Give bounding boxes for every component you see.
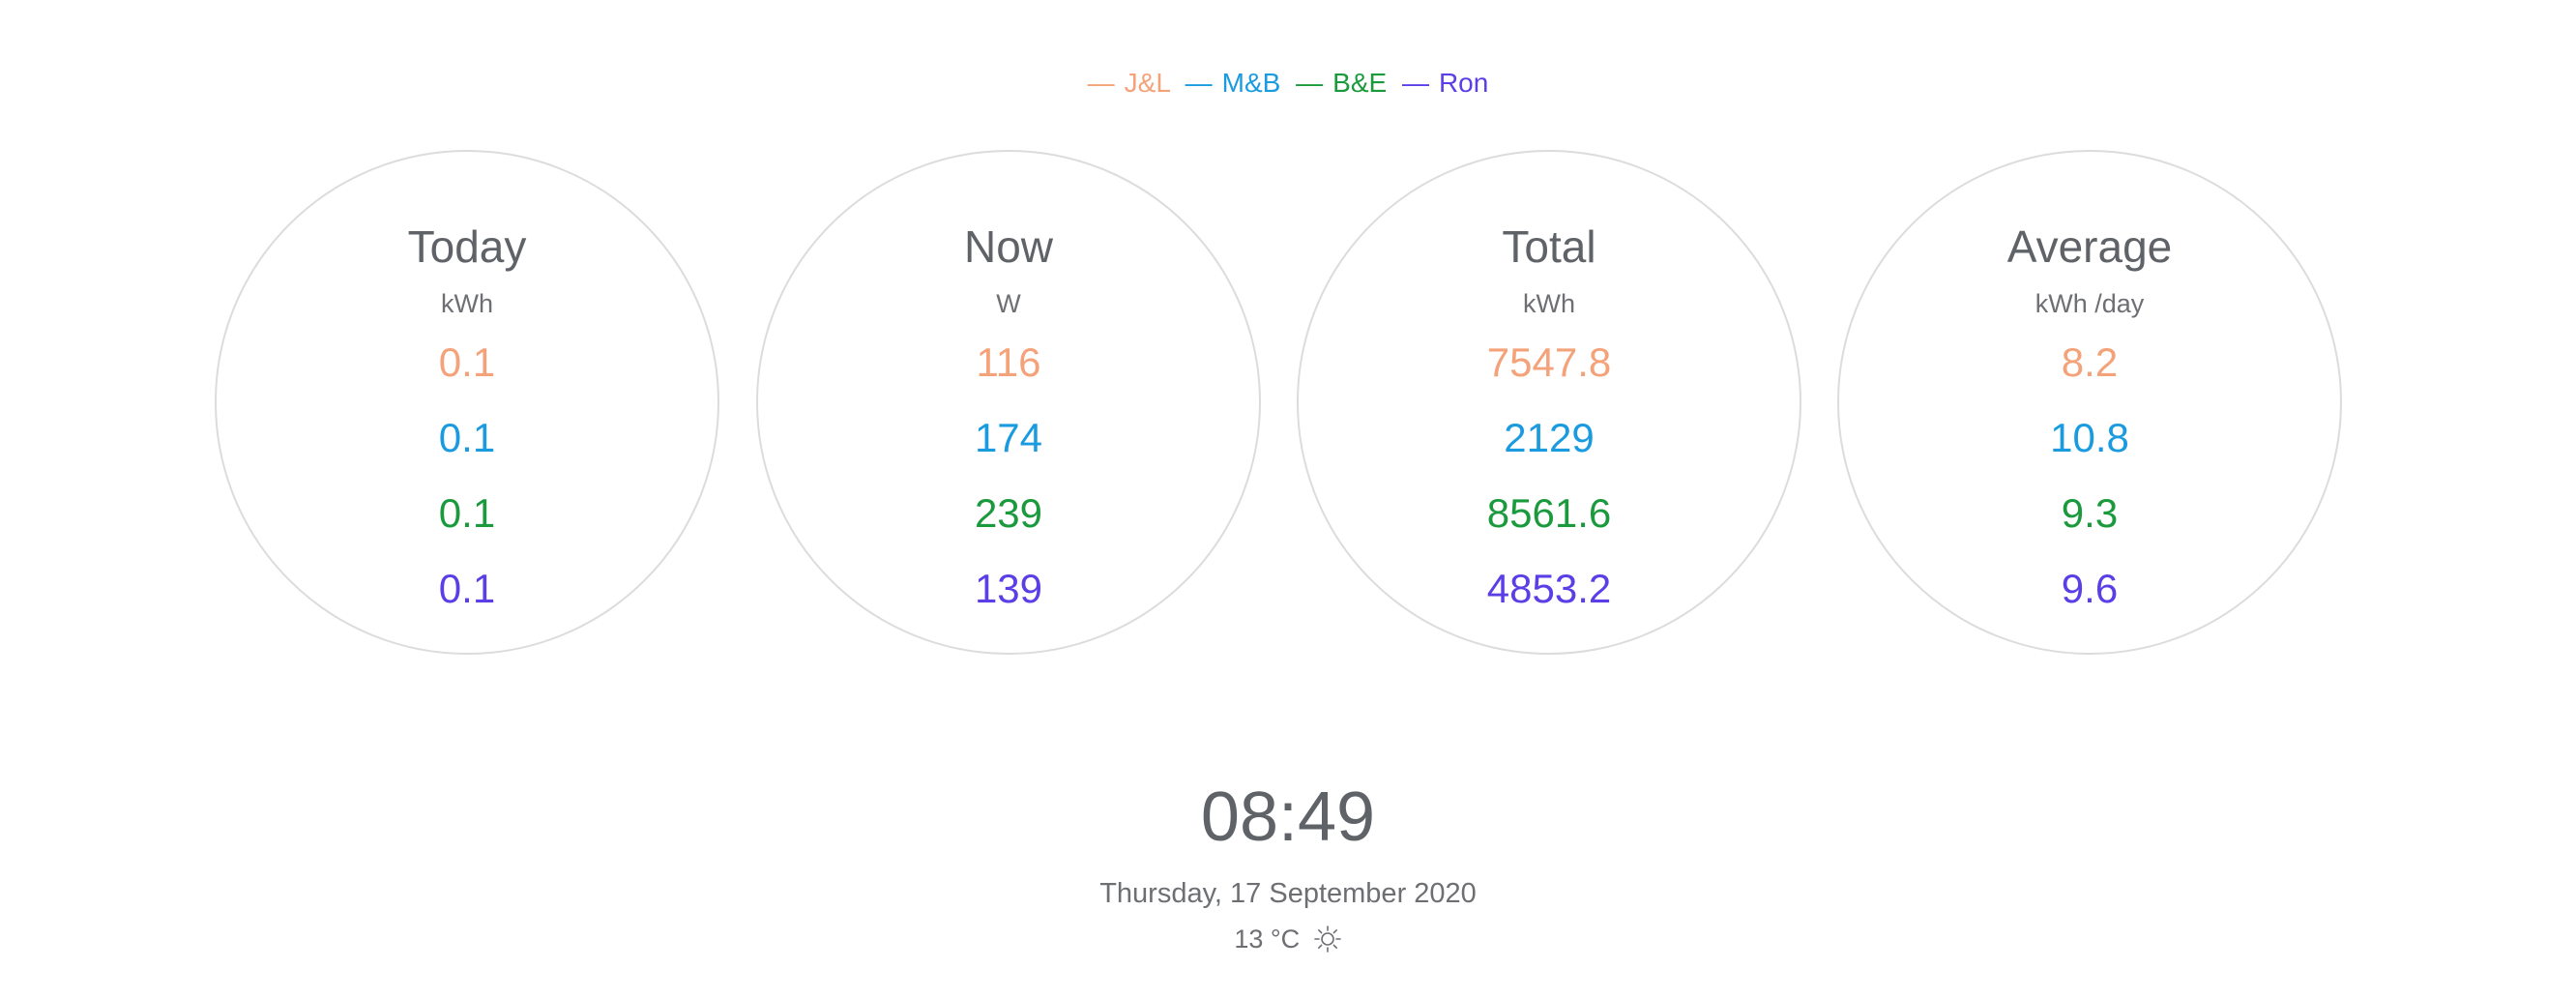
value-jl: 0.1 [438, 339, 496, 385]
panel-unit: kWh [1523, 289, 1575, 318]
temperature: 13 °C [1234, 925, 1301, 954]
legend-label: J&L [1124, 68, 1170, 98]
panel-unit: W [996, 289, 1021, 318]
panel-title: Now [963, 221, 1054, 272]
value-be: 239 [974, 490, 1043, 536]
sun-icon [1307, 925, 1342, 954]
panel-unit: kWh [441, 289, 493, 318]
legend-label: B&E [1332, 68, 1388, 98]
legend-dash: — [1401, 68, 1429, 98]
legend-dash: — [1087, 68, 1115, 98]
legend-label: Ron [1438, 68, 1489, 98]
value-jl: 116 [976, 339, 1041, 385]
legend-item-ron: — Ron [1402, 68, 1488, 98]
value-jl: 7547.8 [1486, 339, 1612, 385]
panel-now: Now W 116 174 239 139 [756, 150, 1261, 655]
stats-panels: Today kWh 0.1 0.1 0.1 0.1 Now W 116 174 … [0, 150, 2576, 659]
legend-dash: — [1185, 68, 1213, 98]
panel-today: Today kWh 0.1 0.1 0.1 0.1 [215, 150, 719, 655]
value-mb: 2129 [1504, 415, 1595, 460]
panel-title: Average [2006, 221, 2173, 272]
value-be: 9.3 [2061, 490, 2119, 536]
value-jl: 8.2 [2061, 339, 2119, 385]
value-mb: 174 [974, 415, 1043, 460]
clock-time: 08:49 [1200, 778, 1376, 856]
panel-average: Average kWh /day 8.2 10.8 9.3 9.6 [1837, 150, 2342, 655]
value-mb: 0.1 [438, 415, 496, 460]
weather: 13 °C [0, 922, 2576, 956]
legend-label: M&B [1221, 68, 1281, 98]
panel-unit: kWh /day [2034, 289, 2145, 318]
legend: — J&L — M&B — B&E — Ron [0, 66, 2576, 101]
panel-title: Today [407, 221, 527, 272]
panel-title: Total [1502, 221, 1596, 272]
value-be: 0.1 [438, 490, 496, 536]
legend-item-mb: — M&B [1186, 68, 1288, 98]
value-mb: 10.8 [2050, 415, 2129, 460]
legend-dash: — [1296, 68, 1324, 98]
value-be: 8561.6 [1486, 490, 1612, 536]
legend-item-jl: — J&L [1088, 68, 1178, 98]
legend-item-be: — B&E [1296, 68, 1394, 98]
value-ron: 9.6 [2061, 566, 2119, 611]
value-ron: 4853.2 [1486, 566, 1612, 611]
panel-total: Total kWh 7547.8 2129 8561.6 4853.2 [1297, 150, 1801, 655]
value-ron: 139 [974, 566, 1043, 611]
value-ron: 0.1 [438, 566, 496, 611]
clock-date: Thursday, 17 September 2020 [1099, 878, 1477, 909]
